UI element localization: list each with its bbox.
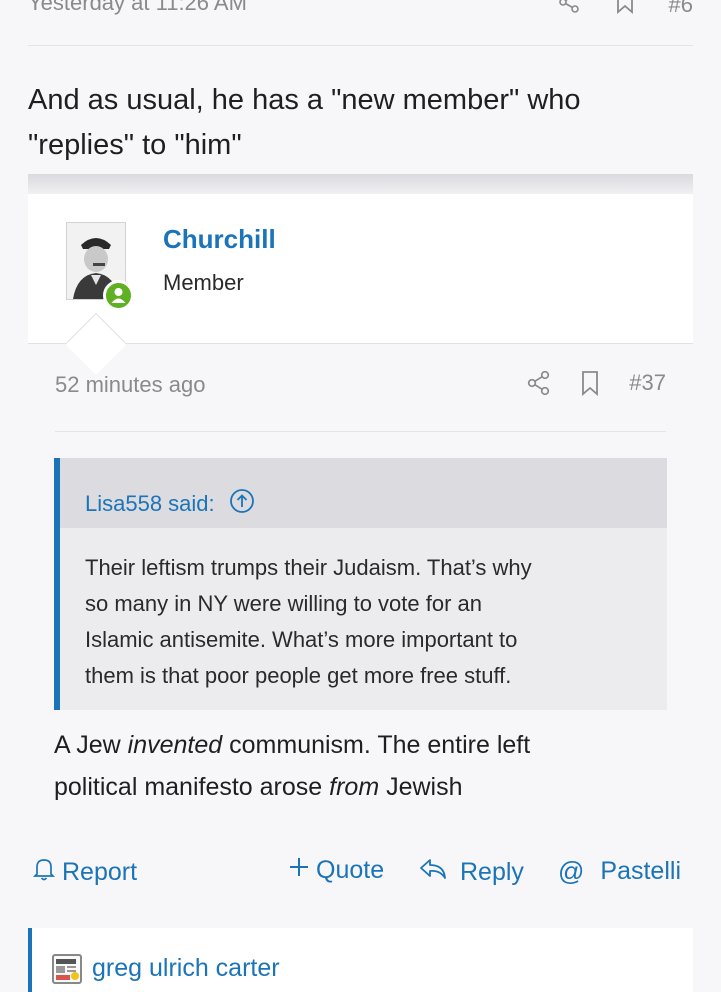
share-icon[interactable] xyxy=(527,370,551,396)
quote-author[interactable]: Lisa558 said: xyxy=(85,491,215,517)
message-meta: 52 minutes ago #37 xyxy=(55,370,666,432)
previous-post-body: And as usual, he has a "new member" who … xyxy=(28,78,668,168)
reply-arrow-icon xyxy=(418,856,448,889)
message-line: political manifesto arose from Jewish xyxy=(54,766,674,808)
next-post-card: greg ulrich carter xyxy=(28,928,693,992)
reply-button[interactable]: Reply xyxy=(418,856,524,889)
mention-label: Pastelli xyxy=(600,857,681,885)
text-segment: A Jew xyxy=(54,731,128,759)
previous-post-timestamp[interactable]: Yesterday at 11:26 AM xyxy=(28,0,247,16)
quote-text: Their leftism trumps their Judaism. That… xyxy=(60,528,667,694)
quote-line: Their leftism trumps their Judaism. That… xyxy=(85,555,532,580)
user-title: Member xyxy=(163,270,244,295)
report-button[interactable]: Report xyxy=(32,856,137,889)
quote-line: Islamic antisemite. What’s more importan… xyxy=(85,627,518,652)
at-icon: @ xyxy=(558,856,585,886)
post-number[interactable]: #37 xyxy=(629,370,666,396)
share-icon[interactable] xyxy=(557,0,581,20)
quote-label: Quote xyxy=(316,856,385,884)
arrow-up-circle-icon[interactable] xyxy=(229,488,255,520)
message-line: A Jew invented communism. The entire lef… xyxy=(54,724,674,766)
quote-button[interactable]: Quote xyxy=(288,856,384,885)
quote-block: Lisa558 said: Their leftism trumps their… xyxy=(54,458,667,710)
report-label: Report xyxy=(62,858,138,886)
username[interactable]: Churchill xyxy=(163,224,276,255)
post-timestamp[interactable]: 52 minutes ago xyxy=(55,372,205,398)
post-actions: Report Quote Reply @ Pastelli xyxy=(28,856,693,896)
previous-post-line: "replies" to "him" xyxy=(28,129,242,161)
emphasis-text: from xyxy=(329,773,380,801)
text-segment: political manifesto arose xyxy=(54,773,330,801)
user-header: Churchill Member xyxy=(28,194,693,344)
plus-icon xyxy=(288,856,310,885)
bell-icon xyxy=(32,856,56,889)
bookmark-icon[interactable] xyxy=(581,370,599,396)
previous-post-meta: Yesterday at 11:26 AM #6 xyxy=(28,0,693,46)
text-segment: Jewish xyxy=(379,773,463,801)
quote-line: so many in NY were willing to vote for a… xyxy=(85,591,482,616)
mention-button[interactable]: @ Pastelli xyxy=(558,856,681,887)
post-divider xyxy=(28,174,693,194)
next-post-username[interactable]: greg ulrich carter xyxy=(92,954,280,983)
quote-line: them is that poor people get more free s… xyxy=(85,663,512,688)
bookmark-icon[interactable] xyxy=(615,0,635,20)
message-card: Churchill Member 52 minutes ago #37 Lisa… xyxy=(28,194,693,992)
online-status-icon xyxy=(103,280,134,311)
previous-post-line: And as usual, he has a "new member" who xyxy=(28,84,581,116)
message-body: A Jew invented communism. The entire lef… xyxy=(54,724,674,808)
news-icon xyxy=(52,954,82,984)
emphasis-text: invented xyxy=(127,731,223,759)
text-segment: communism. The entire left xyxy=(222,731,531,759)
quote-header[interactable]: Lisa558 said: xyxy=(60,458,667,528)
previous-post-number[interactable]: #6 xyxy=(669,0,693,18)
reply-label: Reply xyxy=(460,858,524,886)
